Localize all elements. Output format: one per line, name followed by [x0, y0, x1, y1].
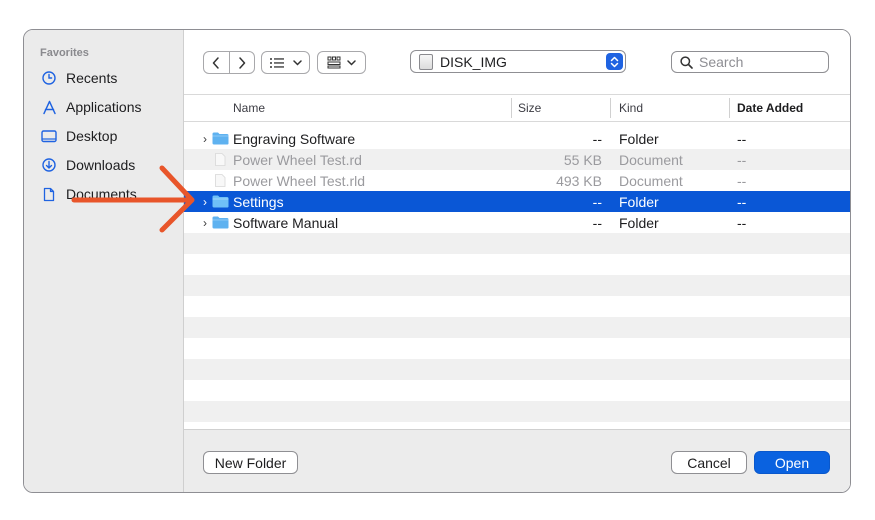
folder-icon	[212, 132, 229, 145]
location-popup[interactable]: DISK_IMG	[410, 50, 626, 73]
new-folder-button[interactable]: New Folder	[203, 451, 298, 474]
column-divider[interactable]	[729, 98, 730, 118]
sidebar-item-label: Desktop	[66, 128, 118, 144]
file-browser: DISK_IMG Name Size Kind Date Added ›	[184, 30, 850, 492]
document-icon	[215, 153, 226, 166]
search-icon	[680, 55, 693, 69]
column-header: Name Size Kind Date Added	[184, 94, 850, 122]
disk-icon	[419, 53, 433, 70]
file-date: --	[737, 214, 747, 231]
grid-icon	[327, 56, 341, 69]
document-icon	[40, 185, 58, 203]
sidebar-item-label: Documents	[66, 186, 137, 202]
group-view-button[interactable]	[317, 51, 366, 74]
sidebar-item-applications[interactable]: Applications	[40, 96, 142, 118]
list-icon	[270, 57, 284, 68]
empty-row	[184, 275, 850, 296]
column-name[interactable]: Name	[233, 95, 265, 121]
file-size: --	[592, 130, 602, 147]
open-button[interactable]: Open	[754, 451, 830, 474]
open-file-dialog: Favorites Recents Applications Desktop D…	[23, 29, 851, 493]
list-item[interactable]: › Engraving Software -- Folder --	[184, 128, 850, 149]
search-input[interactable]	[699, 54, 819, 70]
file-kind: Folder	[619, 193, 659, 210]
sidebar-item-label: Downloads	[66, 157, 136, 173]
chevron-down-icon	[293, 59, 302, 66]
empty-row	[184, 401, 850, 422]
location-label: DISK_IMG	[440, 53, 507, 70]
file-name: Settings	[233, 193, 284, 210]
document-icon	[215, 174, 226, 187]
file-kind: Folder	[619, 130, 659, 147]
file-size: 493 KB	[556, 172, 602, 189]
file-size: --	[592, 214, 602, 231]
search-field[interactable]	[671, 51, 829, 73]
desktop-icon	[40, 127, 58, 145]
column-kind[interactable]: Kind	[619, 95, 643, 121]
file-name: Power Wheel Test.rld	[233, 172, 366, 189]
disclosure-chevron-icon[interactable]: ›	[200, 195, 210, 209]
file-date: --	[737, 151, 747, 168]
empty-row	[184, 233, 850, 254]
file-size: 55 KB	[563, 151, 602, 168]
list-item-selected[interactable]: › Settings -- Folder --	[184, 191, 850, 212]
file-kind: Document	[619, 151, 683, 168]
clock-icon	[40, 69, 58, 87]
sidebar-item-documents[interactable]: Documents	[40, 183, 137, 205]
disclosure-chevron-icon[interactable]: ›	[200, 216, 210, 230]
file-name: Power Wheel Test.rd	[233, 151, 362, 168]
chevron-down-icon	[347, 59, 356, 66]
list-item[interactable]: Power Wheel Test.rld 493 KB Document --	[184, 170, 850, 191]
column-size[interactable]: Size	[518, 95, 541, 121]
file-date: --	[737, 172, 747, 189]
sidebar-heading: Favorites	[40, 47, 89, 59]
file-name: Software Manual	[233, 214, 339, 231]
chevron-left-icon	[213, 56, 219, 69]
file-date: --	[737, 130, 747, 147]
dialog-footer: New Folder Cancel Open	[184, 429, 850, 492]
list-view-button[interactable]	[261, 51, 310, 74]
empty-row	[184, 359, 850, 380]
empty-row	[184, 296, 850, 317]
folder-icon	[212, 195, 229, 208]
cancel-button[interactable]: Cancel	[671, 451, 747, 474]
list-item[interactable]: › Software Manual -- Folder --	[184, 212, 850, 233]
column-date-added[interactable]: Date Added	[737, 95, 803, 121]
column-divider[interactable]	[511, 98, 512, 118]
applications-icon	[40, 98, 58, 116]
sidebar-item-downloads[interactable]: Downloads	[40, 154, 135, 176]
toolbar: DISK_IMG	[184, 30, 850, 94]
file-name: Engraving Software	[233, 130, 356, 147]
file-date: --	[737, 193, 747, 210]
file-kind: Document	[619, 172, 683, 189]
forward-button[interactable]	[228, 52, 255, 73]
empty-row	[184, 380, 850, 401]
empty-row	[184, 254, 850, 275]
navigation-buttons	[203, 51, 255, 74]
file-size: --	[592, 193, 602, 210]
sidebar-item-label: Applications	[66, 99, 142, 115]
download-icon	[40, 156, 58, 174]
updown-chevron-icon	[606, 53, 623, 70]
sidebar-item-desktop[interactable]: Desktop	[40, 125, 117, 147]
empty-row	[184, 317, 850, 338]
file-kind: Folder	[619, 214, 659, 231]
sidebar-item-recents[interactable]: Recents	[40, 67, 117, 89]
chevron-right-icon	[239, 56, 245, 69]
disclosure-chevron-icon[interactable]: ›	[200, 132, 210, 146]
sidebar: Favorites Recents Applications Desktop D…	[24, 30, 184, 492]
empty-row	[184, 338, 850, 359]
list-item[interactable]: Power Wheel Test.rd 55 KB Document --	[184, 149, 850, 170]
back-button[interactable]	[204, 52, 229, 73]
column-divider[interactable]	[610, 98, 611, 118]
sidebar-item-label: Recents	[66, 70, 118, 86]
folder-icon	[212, 216, 229, 229]
